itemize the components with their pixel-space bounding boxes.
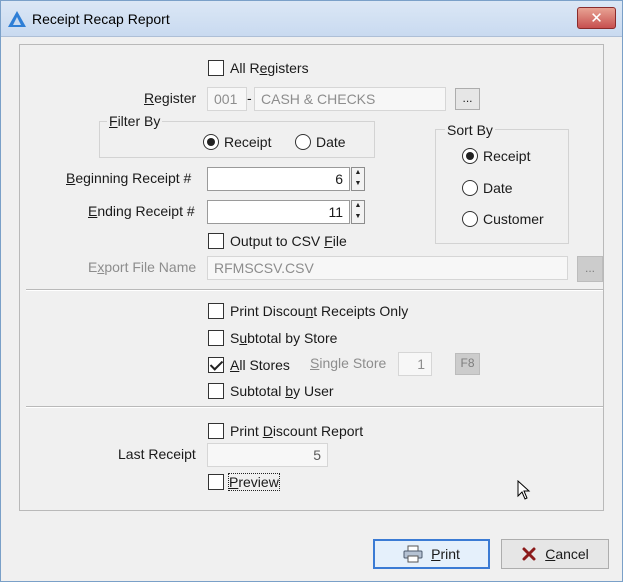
print-discount-report-checkbox[interactable] <box>208 423 224 439</box>
ending-receipt-label: Ending Receipt # <box>88 203 195 219</box>
cancel-button-label: Cancel <box>545 546 589 562</box>
close-button[interactable]: ✕ <box>577 7 616 29</box>
cancel-x-icon <box>522 547 536 561</box>
register-separator: - <box>247 90 252 106</box>
subtotal-by-store-label: Subtotal by Store <box>230 330 338 346</box>
printer-icon <box>403 545 423 563</box>
single-store-lookup-button[interactable]: F8 <box>455 353 480 375</box>
dialog-window: Receipt Recap Report ✕ All Registers Reg… <box>0 0 623 582</box>
filter-receipt-label: Receipt <box>224 134 272 150</box>
ending-receipt-spinner[interactable]: ▲ ▼ <box>351 200 365 224</box>
single-store-label: Single Store <box>310 355 387 371</box>
sort-by-title: Sort By <box>445 122 495 138</box>
sort-customer-label: Customer <box>483 211 544 227</box>
print-button[interactable]: Print <box>373 539 490 569</box>
preview-checkbox[interactable] <box>208 474 224 490</box>
print-discount-receipts-checkbox[interactable] <box>208 303 224 319</box>
spin-down-icon[interactable]: ▼ <box>352 179 364 190</box>
filter-date-label: Date <box>316 134 346 150</box>
sort-date-label: Date <box>483 180 513 196</box>
register-browse-button[interactable]: ... <box>455 88 480 110</box>
separator <box>26 289 603 291</box>
beginning-receipt-input[interactable]: 6 <box>207 167 350 191</box>
single-store-input[interactable]: 1 <box>398 352 432 376</box>
register-label: Register <box>144 90 197 106</box>
mouse-cursor-icon <box>517 480 531 500</box>
output-csv-label: Output to CSV File <box>230 233 347 249</box>
subtotal-by-store-checkbox[interactable] <box>208 330 224 346</box>
close-icon: ✕ <box>590 9 603 27</box>
print-discount-report-label: Print Discount Report <box>230 423 364 439</box>
window-title: Receipt Recap Report <box>32 11 170 27</box>
sort-date-radio[interactable] <box>462 180 478 196</box>
cancel-button[interactable]: Cancel <box>501 539 609 569</box>
export-file-name-label: Export File Name <box>88 259 197 275</box>
print-button-label: Print <box>431 546 460 562</box>
output-csv-checkbox[interactable] <box>208 233 224 249</box>
filter-date-radio[interactable] <box>295 134 311 150</box>
register-code-field[interactable]: 001 <box>207 87 247 111</box>
export-file-name-input[interactable]: RFMSCSV.CSV <box>207 256 568 280</box>
subtotal-by-user-label: Subtotal by User <box>230 383 334 399</box>
beginning-receipt-label: Beginning Receipt # <box>66 170 192 186</box>
export-browse-button[interactable]: ... <box>577 256 603 282</box>
app-logo-icon <box>8 11 26 27</box>
title-bar[interactable]: Receipt Recap Report ✕ <box>1 1 622 37</box>
sort-receipt-label: Receipt <box>483 148 531 164</box>
filter-receipt-radio[interactable] <box>203 134 219 150</box>
separator <box>26 406 603 408</box>
all-registers-label: All Registers <box>230 60 309 76</box>
sort-customer-radio[interactable] <box>462 211 478 227</box>
last-receipt-label: Last Receipt <box>118 446 196 462</box>
all-stores-label: All Stores <box>230 357 290 373</box>
sort-receipt-radio[interactable] <box>462 148 478 164</box>
all-stores-checkbox[interactable] <box>208 357 224 373</box>
spin-down-icon[interactable]: ▼ <box>352 212 364 223</box>
spin-up-icon[interactable]: ▲ <box>352 168 364 179</box>
filter-by-title: Filter By <box>107 113 163 129</box>
ending-receipt-input[interactable]: 11 <box>207 200 350 224</box>
subtotal-by-user-checkbox[interactable] <box>208 383 224 399</box>
all-registers-checkbox[interactable] <box>208 60 224 76</box>
last-receipt-field: 5 <box>207 443 328 467</box>
spin-up-icon[interactable]: ▲ <box>352 201 364 212</box>
print-discount-receipts-label: Print Discount Receipts Only <box>230 303 409 319</box>
preview-label: Preview <box>228 473 280 491</box>
register-name-field[interactable]: CASH & CHECKS <box>254 87 446 111</box>
beginning-receipt-spinner[interactable]: ▲ ▼ <box>351 167 365 191</box>
